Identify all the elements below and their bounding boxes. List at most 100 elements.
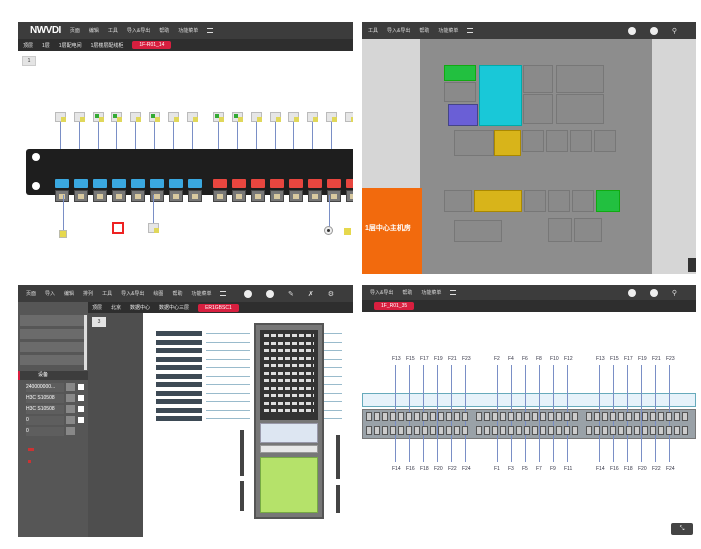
rj45-port-icon[interactable] [532, 426, 538, 435]
menu-item-import[interactable]: 导入 [45, 290, 55, 297]
rack-slot[interactable] [264, 341, 314, 345]
rj45-port-icon[interactable] [564, 426, 570, 435]
device-bar[interactable] [156, 390, 202, 396]
rj45-port-icon[interactable] [492, 412, 498, 421]
rj45-port-icon[interactable] [634, 426, 640, 435]
globe-icon[interactable] [627, 288, 636, 297]
breadcrumb-item[interactable]: 1层 [42, 42, 50, 49]
map-room[interactable] [572, 190, 594, 212]
menu-item-help[interactable]: 帮助 [402, 289, 412, 296]
rj45-port-icon[interactable] [650, 426, 656, 435]
label-tag[interactable] [149, 112, 160, 122]
map-room[interactable] [444, 190, 472, 212]
label-tag[interactable] [111, 112, 122, 122]
device-row-button[interactable] [66, 416, 75, 424]
breadcrumb-active[interactable]: ER1GBSC1 [198, 303, 239, 312]
rj45-port-icon[interactable] [666, 426, 672, 435]
endpoint-icon[interactable] [325, 227, 332, 234]
rj45-port-icon[interactable] [564, 412, 570, 421]
port-indicator[interactable] [251, 179, 265, 188]
rj45-port-icon[interactable] [682, 426, 688, 435]
rj45-port-icon[interactable] [540, 426, 546, 435]
rj45-port-icon[interactable] [366, 412, 372, 421]
rj45-port-icon[interactable] [406, 426, 412, 435]
port-indicator[interactable] [270, 179, 284, 188]
menu-item-edit[interactable]: 编辑 [64, 290, 74, 297]
port-label[interactable]: F20 [434, 466, 443, 472]
map-room[interactable] [444, 82, 476, 102]
map-room[interactable] [556, 65, 604, 93]
port-label[interactable]: F22 [448, 466, 457, 472]
port-label[interactable]: F2 [494, 356, 500, 362]
port-label[interactable]: F12 [564, 356, 573, 362]
page-badge[interactable]: 3 [92, 317, 106, 327]
port-label[interactable]: F18 [624, 466, 633, 472]
device-bar[interactable] [156, 365, 202, 370]
rj45-port-icon[interactable] [540, 412, 546, 421]
menu-item-draw[interactable]: 绘图 [153, 290, 163, 297]
menu-item-help[interactable]: 帮助 [172, 290, 182, 297]
port-label[interactable]: F23 [666, 356, 675, 362]
port-label[interactable]: F9 [550, 466, 556, 472]
map-room[interactable] [570, 130, 592, 152]
rj45-port-icon[interactable] [422, 426, 428, 435]
rj45-port-icon[interactable] [390, 426, 396, 435]
rj45-port-icon[interactable] [508, 412, 514, 421]
map-room[interactable] [596, 190, 620, 212]
rack-slot[interactable] [264, 401, 314, 405]
rj45-jack-icon[interactable] [188, 190, 202, 202]
rj45-port-icon[interactable] [556, 426, 562, 435]
port-label[interactable]: F11 [564, 466, 572, 472]
device-bar[interactable] [156, 399, 202, 404]
device-row-button[interactable] [66, 383, 75, 391]
settings-icon[interactable] [649, 26, 658, 35]
label-tag[interactable] [148, 223, 159, 233]
settings-icon[interactable] [649, 288, 658, 297]
rj45-port-icon[interactable] [572, 412, 578, 421]
device-row-checkbox[interactable] [78, 406, 84, 412]
device-row-button[interactable] [66, 427, 75, 435]
rack-slot[interactable] [264, 379, 314, 382]
rj45-port-icon[interactable] [454, 426, 460, 435]
port-label[interactable]: F18 [420, 466, 429, 472]
rj45-port-icon[interactable] [650, 412, 656, 421]
breadcrumb-item[interactable]: 顶层 [23, 42, 33, 49]
rj45-port-icon[interactable] [642, 426, 648, 435]
port-label[interactable]: F16 [406, 466, 415, 472]
rj45-port-icon[interactable] [610, 426, 616, 435]
rj45-jack-icon[interactable] [308, 190, 322, 202]
map-room[interactable] [494, 130, 521, 156]
port-label[interactable]: F7 [536, 466, 542, 472]
port-label[interactable]: F4 [508, 356, 514, 362]
menu-item-import-export[interactable]: 导入&导出 [127, 27, 150, 34]
menu-item-tools[interactable]: 工具 [102, 290, 112, 297]
port-label[interactable]: F8 [536, 356, 542, 362]
rack-green-unit[interactable] [260, 457, 318, 513]
menu-item-help[interactable]: 帮助 [159, 27, 169, 34]
tools-icon[interactable]: ✗ [308, 290, 314, 298]
port-label[interactable]: F3 [508, 466, 514, 472]
menu-item-functions[interactable]: 功能菜单 [191, 290, 211, 297]
rj45-port-icon[interactable] [476, 426, 482, 435]
breadcrumb-item[interactable]: 数据中心三层 [159, 304, 189, 311]
rj45-port-icon[interactable] [602, 426, 608, 435]
search-icon[interactable]: ⚲ [672, 27, 677, 35]
map-room[interactable] [594, 130, 616, 152]
rj45-jack-icon[interactable] [346, 190, 353, 202]
device-row-label[interactable]: 0 [26, 416, 64, 425]
label-tag[interactable] [270, 112, 281, 122]
port-label[interactable]: F19 [638, 356, 647, 362]
port-label[interactable]: F15 [406, 356, 415, 362]
menu-item-tools[interactable]: 工具 [368, 27, 378, 34]
port-label[interactable]: F1 [494, 466, 500, 472]
menu-item-page[interactable]: 页面 [70, 27, 80, 34]
map-room[interactable] [556, 94, 604, 124]
rj45-port-icon[interactable] [500, 412, 506, 421]
rj45-port-icon[interactable] [516, 426, 522, 435]
rj45-port-icon[interactable] [594, 426, 600, 435]
scrollbar[interactable] [84, 315, 87, 370]
rj45-port-icon[interactable] [422, 412, 428, 421]
port-label[interactable]: F5 [522, 466, 528, 472]
map-room[interactable] [523, 65, 553, 93]
rj45-port-icon[interactable] [484, 412, 490, 421]
